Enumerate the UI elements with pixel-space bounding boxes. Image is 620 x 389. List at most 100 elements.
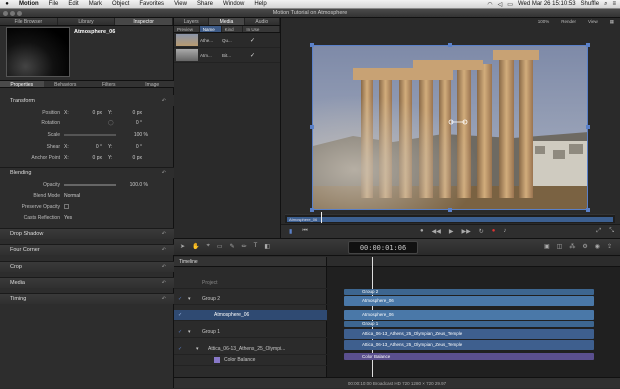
selection-handle[interactable]: [310, 208, 314, 212]
tab-inspector[interactable]: Inspector: [115, 18, 174, 25]
battery-icon[interactable]: ▭: [507, 1, 513, 8]
table-row[interactable]: ✓ Atmosphere_06: [174, 310, 327, 321]
menu-help[interactable]: Help: [249, 1, 271, 7]
menu-window[interactable]: Window: [218, 1, 249, 7]
selection-handle[interactable]: [310, 125, 314, 129]
render-menu[interactable]: Render: [561, 19, 576, 25]
transform-section-header[interactable]: Transform ↶: [0, 95, 174, 106]
four-corner-section[interactable]: Four Corner ↶: [0, 244, 174, 255]
media-section[interactable]: Media ↶: [0, 277, 174, 288]
reset-blending-icon[interactable]: ↶: [162, 170, 166, 176]
tab-behaviors[interactable]: Behaviors: [44, 81, 88, 88]
canvas-viewer[interactable]: [312, 45, 588, 210]
reset-icon[interactable]: ↶: [162, 280, 166, 286]
view-menu[interactable]: View: [588, 19, 598, 25]
anchor-x-field[interactable]: 0 px: [78, 155, 102, 161]
step-forward-icon[interactable]: ▶▶: [461, 228, 470, 235]
list-item[interactable]: Athe... Qu... ✓: [174, 33, 280, 48]
shear-y-field[interactable]: 0 °: [116, 144, 142, 150]
paint-tool-icon[interactable]: ✏: [242, 243, 247, 250]
timeline-ruler[interactable]: [327, 257, 620, 267]
tab-media[interactable]: Media: [209, 18, 245, 25]
preserve-opacity-checkbox[interactable]: [64, 204, 69, 209]
reset-icon[interactable]: ↶: [162, 231, 166, 237]
shear-x-field[interactable]: 0 °: [78, 144, 102, 150]
rotation-field[interactable]: 0 °: [116, 120, 142, 126]
opacity-field[interactable]: 100.0 %: [120, 182, 148, 188]
tab-layers[interactable]: Layers: [174, 18, 210, 25]
selection-handle[interactable]: [310, 43, 314, 47]
position-x-field[interactable]: 0 px: [78, 110, 102, 116]
menu-file[interactable]: File: [44, 1, 64, 7]
volume-icon[interactable]: ◁: [498, 1, 503, 8]
blending-section-header[interactable]: Blending ↶: [0, 167, 174, 178]
tab-library[interactable]: Library: [58, 18, 116, 25]
menu-app[interactable]: Motion: [14, 1, 44, 7]
col-kind[interactable]: Kind: [222, 26, 244, 32]
close-window-icon[interactable]: [3, 11, 8, 16]
mini-timeline-clip[interactable]: Atmosphere_06: [287, 217, 613, 222]
fullscreen-icon[interactable]: ⤢: [596, 228, 601, 235]
go-to-start-icon[interactable]: ⏮: [302, 228, 307, 235]
selection-handle[interactable]: [448, 43, 452, 47]
track-bar[interactable]: Atmosphere_06: [344, 296, 594, 306]
reset-icon[interactable]: ↶: [162, 296, 166, 302]
expand-icon[interactable]: ⤡: [609, 228, 614, 235]
shape-tool-icon[interactable]: ▭: [217, 243, 223, 250]
user-name[interactable]: Shuffle: [581, 1, 600, 7]
track-bar[interactable]: Group 1: [344, 321, 594, 327]
select-tool-icon[interactable]: ➤: [180, 243, 185, 250]
rotation-dial-icon[interactable]: ◯: [102, 120, 116, 126]
blend-mode-select[interactable]: Normal: [64, 193, 80, 199]
reset-icon[interactable]: ↶: [162, 247, 166, 253]
play-icon[interactable]: ▶: [449, 228, 454, 235]
loop-icon[interactable]: ↻: [479, 228, 484, 235]
camera-tool-icon[interactable]: ⌖: [207, 243, 210, 250]
menu-edit[interactable]: Edit: [63, 1, 83, 7]
track-bar[interactable]: Attica_06-13_Athens_25_Olympian_Zeus_Tem…: [344, 340, 594, 350]
search-icon[interactable]: ⌕: [604, 1, 607, 8]
text-tool-icon[interactable]: T: [254, 243, 258, 250]
zoom-level[interactable]: 100%: [538, 19, 550, 25]
casts-reflection-select[interactable]: Yes: [64, 215, 72, 221]
hand-tool-icon[interactable]: ✋: [192, 243, 199, 250]
replicator-icon[interactable]: ⁂: [569, 243, 575, 250]
tab-file-browser[interactable]: File Browser: [0, 18, 58, 25]
position-y-field[interactable]: 0 px: [116, 110, 142, 116]
step-back-icon[interactable]: ◀◀: [432, 228, 441, 235]
playhead[interactable]: [321, 212, 322, 223]
track-bar[interactable]: Group 2: [344, 289, 594, 295]
disclosure-icon[interactable]: ▾: [180, 346, 206, 352]
opacity-slider[interactable]: [64, 183, 116, 186]
list-icon[interactable]: ≡: [612, 1, 616, 7]
track-bar[interactable]: Atmosphere_06: [344, 310, 594, 320]
record-keyframe-icon[interactable]: ●: [492, 228, 496, 235]
drop-shadow-section[interactable]: Drop Shadow ↶: [0, 228, 174, 239]
zoom-window-icon[interactable]: [17, 11, 22, 16]
scale-slider[interactable]: [64, 133, 116, 136]
layer-icon[interactable]: ▣: [544, 243, 550, 250]
tab-image[interactable]: Image: [131, 81, 175, 88]
col-name[interactable]: Name: [199, 26, 222, 32]
behaviors-icon[interactable]: ⚙: [582, 243, 587, 250]
window-layout-icon[interactable]: ▦: [610, 19, 614, 25]
minimize-window-icon[interactable]: [10, 11, 15, 16]
menu-favorites[interactable]: Favorites: [134, 1, 169, 7]
filters-icon[interactable]: ◉: [595, 243, 600, 250]
timing-section[interactable]: Timing ↶: [0, 293, 174, 304]
list-item[interactable]: Atm... Bit... ✓: [174, 48, 280, 63]
track-bar[interactable]: Color Balance: [344, 353, 594, 360]
share-icon[interactable]: ⇪: [607, 243, 612, 250]
selection-handle[interactable]: [586, 43, 590, 47]
in-point-icon[interactable]: ▮: [289, 228, 292, 235]
gradient-icon[interactable]: ◫: [557, 243, 563, 250]
menu-object[interactable]: Object: [107, 1, 134, 7]
table-row[interactable]: ✓ ▾ Attica_06-13_Athens_25_Olympi...: [174, 344, 327, 355]
scale-field[interactable]: 100 %: [122, 132, 148, 138]
col-in-use[interactable]: In Use: [243, 26, 280, 32]
selection-handle[interactable]: [448, 208, 452, 212]
menu-mark[interactable]: Mark: [84, 1, 107, 7]
pen-tool-icon[interactable]: ✎: [230, 243, 235, 250]
wifi-icon[interactable]: ◠: [487, 1, 492, 8]
visible-check-icon[interactable]: ✓: [174, 312, 182, 318]
